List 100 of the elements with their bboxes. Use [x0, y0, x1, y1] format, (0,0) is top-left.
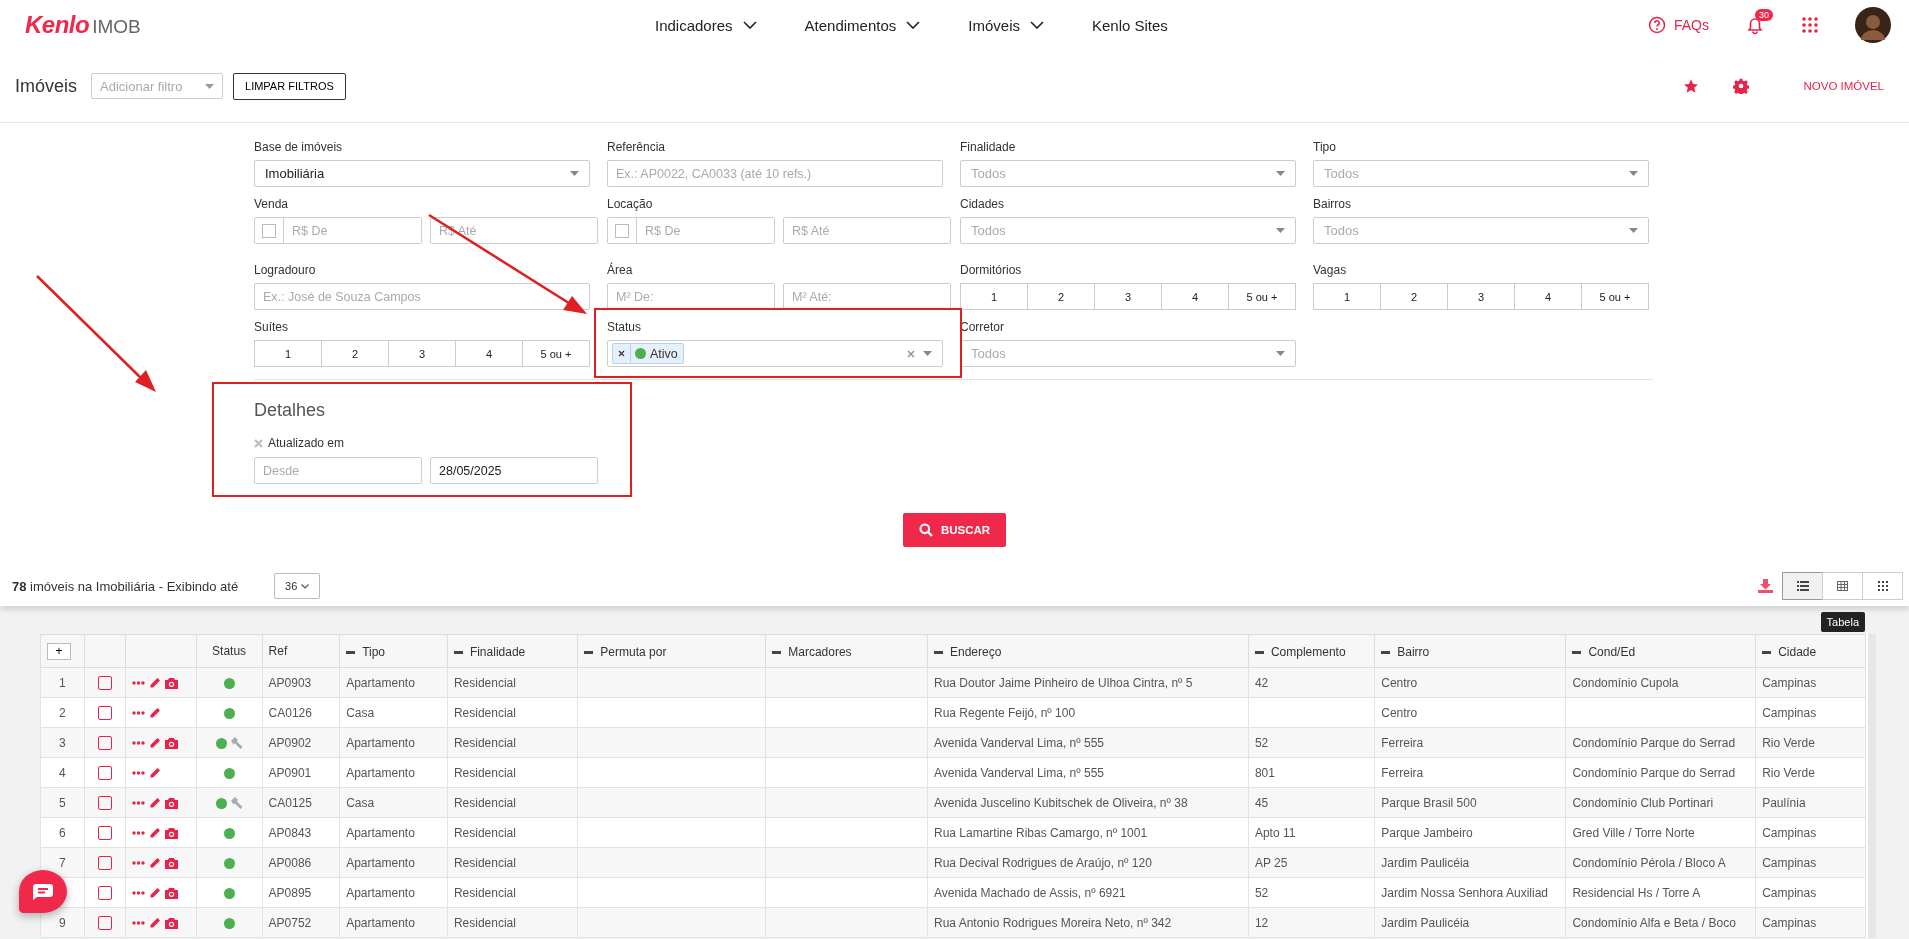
- date-field[interactable]: 28/05/2025: [430, 457, 598, 484]
- minus-icon[interactable]: [1254, 650, 1264, 654]
- camera-icon[interactable]: [165, 737, 179, 749]
- column-header[interactable]: Tipo: [362, 645, 386, 660]
- nav-menu-item[interactable]: Indicadores: [655, 16, 757, 34]
- minus-icon[interactable]: [1381, 650, 1391, 654]
- minus-icon[interactable]: [1762, 650, 1772, 654]
- option-button[interactable]: 2: [1027, 283, 1095, 310]
- text-field[interactable]: M² Até:: [783, 283, 951, 310]
- minus-icon[interactable]: [453, 650, 463, 654]
- add-column-button[interactable]: +: [47, 642, 71, 660]
- minus-icon[interactable]: [933, 650, 943, 654]
- camera-icon[interactable]: [165, 827, 179, 839]
- checkbox[interactable]: [98, 735, 113, 750]
- camera-icon[interactable]: [165, 887, 179, 899]
- minus-icon[interactable]: [1572, 650, 1582, 654]
- camera-icon[interactable]: [165, 677, 179, 689]
- option-button[interactable]: 4: [1514, 283, 1582, 310]
- text-field[interactable]: R$ De: [607, 217, 775, 244]
- column-header[interactable]: Cidade: [1778, 645, 1817, 660]
- multi-select-field[interactable]: Ativo: [607, 340, 943, 367]
- pencil-icon[interactable]: [149, 797, 162, 810]
- column-header[interactable]: Marcadores: [788, 645, 852, 660]
- more-icon[interactable]: [132, 921, 146, 926]
- option-button[interactable]: 3: [1094, 283, 1162, 310]
- faq-link[interactable]: FAQs: [1648, 16, 1709, 34]
- camera-icon[interactable]: [165, 857, 179, 869]
- clear-filters-button[interactable]: LIMPAR FILTROS: [233, 72, 346, 100]
- dropdown-field[interactable]: Imobiliária: [254, 160, 590, 187]
- option-button[interactable]: 5 ou +: [1228, 283, 1296, 310]
- list-view-button[interactable]: [1782, 572, 1823, 600]
- option-button[interactable]: 3: [1447, 283, 1515, 310]
- column-header[interactable]: Bairro: [1397, 645, 1430, 660]
- column-header[interactable]: Permuta por: [600, 645, 667, 660]
- more-icon[interactable]: [132, 891, 146, 896]
- scrollbar[interactable]: [1868, 634, 1876, 938]
- pencil-icon[interactable]: [149, 857, 162, 870]
- search-button[interactable]: BUSCAR: [902, 513, 1007, 547]
- date-field[interactable]: Desde: [254, 457, 422, 484]
- option-button[interactable]: 2: [321, 340, 389, 367]
- column-header[interactable]: Finalidade: [469, 645, 526, 660]
- download-icon[interactable]: [1758, 579, 1773, 593]
- checkbox[interactable]: [262, 223, 276, 238]
- brand-logo[interactable]: Kenlo: [25, 11, 90, 39]
- camera-icon[interactable]: [165, 917, 179, 929]
- nav-menu-item[interactable]: Kenlo Sites: [1092, 16, 1168, 34]
- text-field[interactable]: M² De:: [607, 283, 775, 310]
- pencil-icon[interactable]: [149, 767, 162, 780]
- chat-button[interactable]: [19, 870, 67, 913]
- minus-icon[interactable]: [346, 650, 356, 654]
- option-button[interactable]: 1: [1313, 283, 1381, 310]
- minus-icon[interactable]: [584, 650, 594, 654]
- pencil-icon[interactable]: [149, 827, 162, 840]
- column-header[interactable]: Ref: [268, 644, 288, 658]
- pencil-icon[interactable]: [149, 707, 162, 720]
- checkbox[interactable]: [98, 675, 113, 690]
- page-size-dropdown[interactable]: 36: [274, 573, 321, 599]
- more-icon[interactable]: [132, 741, 146, 746]
- checkbox[interactable]: [98, 825, 113, 840]
- more-icon[interactable]: [132, 711, 146, 716]
- column-header[interactable]: Endereço: [949, 645, 1002, 660]
- option-button[interactable]: 1: [254, 340, 322, 367]
- pencil-icon[interactable]: [149, 887, 162, 900]
- pencil-icon[interactable]: [149, 677, 162, 690]
- avatar[interactable]: [1855, 7, 1891, 43]
- checkbox[interactable]: [98, 705, 113, 720]
- checkbox[interactable]: [98, 915, 113, 930]
- pencil-icon[interactable]: [149, 737, 162, 750]
- minus-icon[interactable]: [772, 650, 782, 654]
- pencil-icon[interactable]: [149, 917, 162, 930]
- checkbox[interactable]: [98, 765, 113, 780]
- text-field[interactable]: Ex.: José de Souza Campos: [254, 283, 590, 310]
- option-button[interactable]: 1: [960, 283, 1028, 310]
- text-field[interactable]: R$ Até: [783, 217, 951, 244]
- settings-icon[interactable]: [1733, 78, 1750, 94]
- checkbox[interactable]: [98, 795, 113, 810]
- option-button[interactable]: 2: [1380, 283, 1448, 310]
- clear-icon[interactable]: [907, 349, 915, 358]
- star-icon[interactable]: [1683, 78, 1700, 94]
- nav-menu-item[interactable]: Imóveis: [968, 16, 1044, 34]
- option-button[interactable]: 5 ou +: [522, 340, 590, 367]
- grid-view-button[interactable]: [1862, 572, 1903, 600]
- remove-icon[interactable]: [618, 350, 625, 357]
- checkbox[interactable]: [98, 885, 113, 900]
- text-field[interactable]: R$ De: [254, 217, 422, 244]
- more-icon[interactable]: [132, 771, 146, 776]
- option-button[interactable]: 4: [455, 340, 523, 367]
- table-view-button[interactable]: [1822, 572, 1863, 600]
- more-icon[interactable]: [132, 681, 146, 686]
- more-icon[interactable]: [132, 861, 146, 866]
- option-button[interactable]: 4: [1161, 283, 1229, 310]
- checkbox[interactable]: [98, 855, 113, 870]
- option-button[interactable]: 3: [388, 340, 456, 367]
- more-icon[interactable]: [132, 831, 146, 836]
- nav-menu-item[interactable]: Atendimentos: [804, 16, 921, 34]
- column-header[interactable]: Cond/Ed: [1588, 645, 1636, 660]
- checkbox[interactable]: [615, 223, 629, 238]
- apps-grid-icon[interactable]: [1801, 16, 1819, 34]
- camera-icon[interactable]: [165, 797, 179, 809]
- text-field[interactable]: Ex.: AP0022, CA0033 (até 10 refs.): [607, 160, 943, 187]
